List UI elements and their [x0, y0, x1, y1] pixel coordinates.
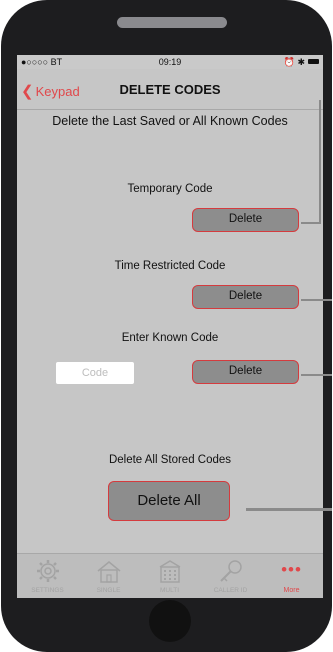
- delete-all-label: Delete All Stored Codes: [108, 454, 232, 466]
- callout-line-temporary: [319, 100, 321, 224]
- status-icons: ⏰ ✱: [283, 57, 305, 67]
- known-code-label: Enter Known Code: [121, 332, 219, 344]
- callout-line-known: [301, 374, 332, 376]
- phone-speaker: [117, 17, 227, 28]
- house-icon: [97, 561, 121, 583]
- callout-line-time-restricted: [301, 299, 332, 301]
- callout-tick-temporary: [301, 222, 321, 224]
- status-bar: ●○○○○ BT 09:19 ⏰ ✱: [17, 55, 323, 69]
- intro-text: Delete the Last Saved or All Known Codes: [52, 114, 288, 128]
- building-icon: [159, 560, 181, 583]
- tab-caller-id[interactable]: CALLER ID: [200, 554, 261, 598]
- tab-bar: SETTINGS SINGLE MULTI CALLER ID ••• More: [17, 553, 323, 598]
- more-dots-icon: •••: [281, 560, 302, 579]
- tab-caller-id-label: CALLER ID: [213, 587, 248, 594]
- page-title: DELETE CODES: [119, 82, 221, 97]
- status-time: 09:19: [158, 57, 182, 67]
- known-code-input[interactable]: [56, 362, 134, 384]
- app-screen: ●○○○○ BT 09:19 ⏰ ✱ ❮ Keypad DELETE CODES …: [17, 55, 323, 598]
- time-restricted-code-label: Time Restricted Code: [114, 260, 226, 272]
- battery-icon: [308, 59, 319, 64]
- gear-icon: [37, 560, 59, 582]
- tab-more-label: More: [283, 587, 300, 594]
- temporary-code-label: Temporary Code: [127, 183, 213, 195]
- tab-single-label: SINGLE: [96, 587, 121, 594]
- key-icon: [220, 560, 242, 582]
- delete-temporary-button[interactable]: Delete: [192, 208, 299, 232]
- tab-settings[interactable]: SETTINGS: [17, 554, 78, 598]
- home-button[interactable]: [149, 600, 191, 642]
- tab-settings-label: SETTINGS: [31, 587, 64, 594]
- tab-more[interactable]: ••• More: [261, 554, 322, 598]
- delete-all-button[interactable]: Delete All: [108, 481, 230, 521]
- navigation-bar: ❮ Keypad DELETE CODES: [17, 69, 323, 110]
- tab-single[interactable]: SINGLE: [78, 554, 139, 598]
- callout-line-delete-all: [246, 508, 332, 511]
- delete-known-code-button[interactable]: Delete: [192, 360, 299, 384]
- tab-multi-label: MULTI: [159, 587, 180, 594]
- tab-multi[interactable]: MULTI: [139, 554, 200, 598]
- phone-frame: ●○○○○ BT 09:19 ⏰ ✱ ❮ Keypad DELETE CODES …: [1, 0, 332, 652]
- delete-time-restricted-button[interactable]: Delete: [192, 285, 299, 309]
